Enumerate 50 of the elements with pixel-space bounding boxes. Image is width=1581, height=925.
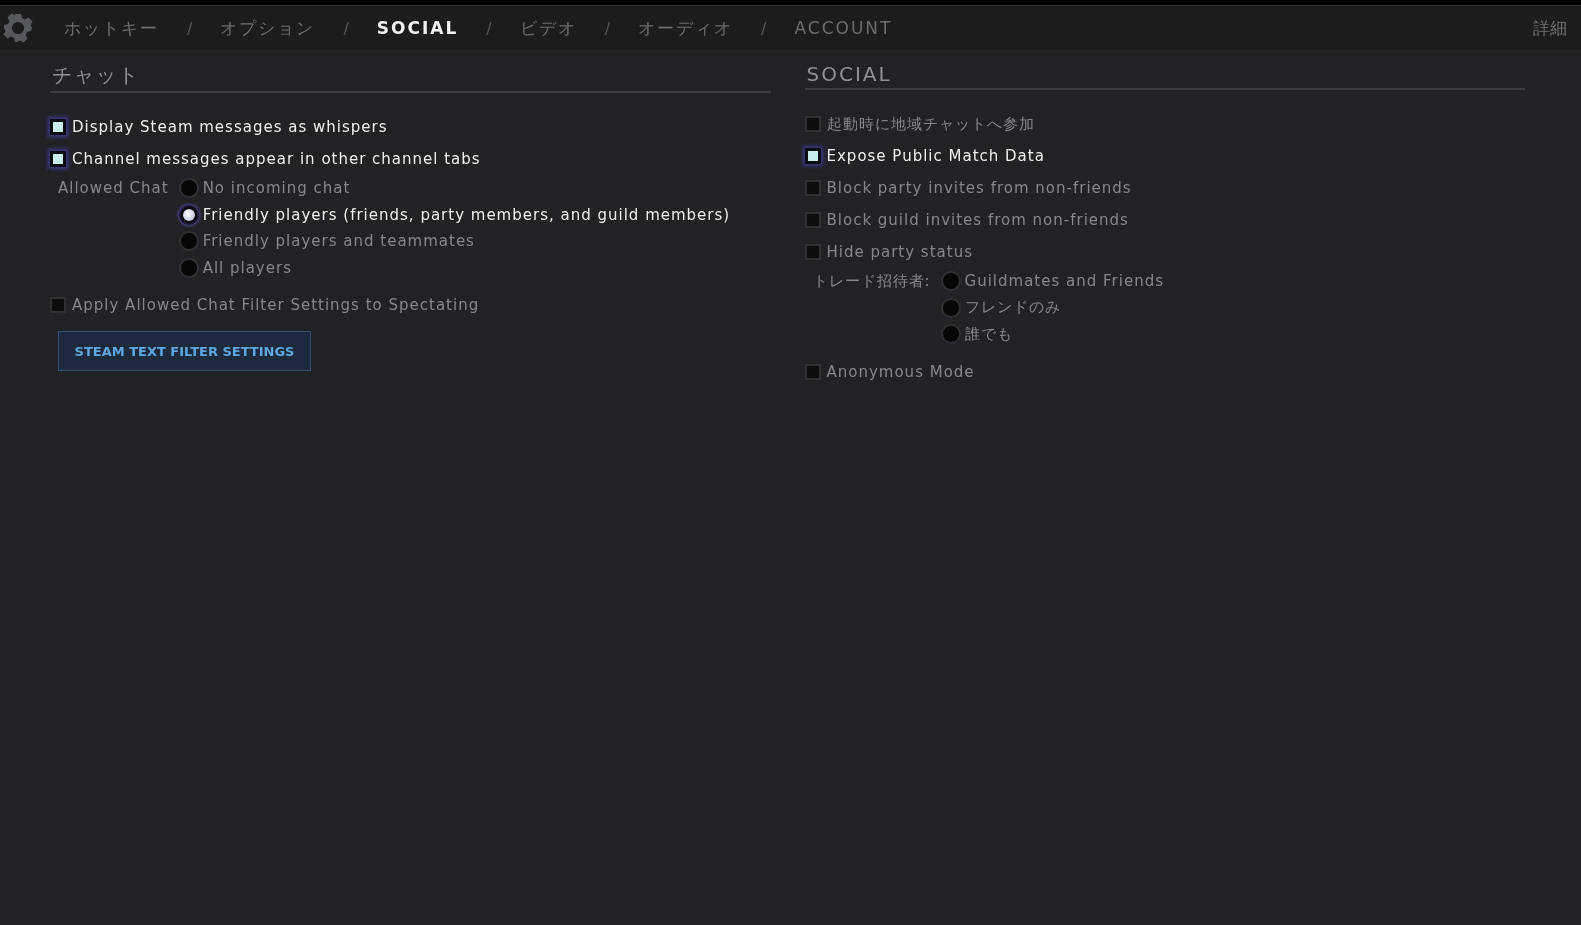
checkbox[interactable]	[50, 151, 66, 167]
checkbox[interactable]	[804, 116, 821, 132]
nav-tab[interactable]: オプション	[220, 16, 316, 40]
checkbox[interactable]	[804, 212, 821, 228]
radio-label: All players	[202, 258, 292, 277]
nav-separator: /	[187, 18, 193, 38]
radio-button[interactable]	[940, 271, 961, 292]
section-title: SOCIAL	[805, 62, 893, 88]
checkbox-label: Apply Allowed Chat Filter Settings to Spectating	[72, 296, 480, 314]
nav-tab[interactable]: SOCIAL	[376, 18, 459, 38]
checkbox[interactable]	[804, 148, 821, 164]
radio-button[interactable]	[940, 324, 961, 345]
checkbox[interactable]	[804, 244, 821, 260]
section-title: チャット	[51, 62, 141, 89]
nav-separator: /	[343, 18, 349, 38]
radio-label: フレンドのみ	[964, 298, 1061, 318]
radio-label: Friendly players and teammates	[202, 232, 475, 251]
checkbox[interactable]	[804, 180, 821, 196]
radio-button[interactable]	[178, 204, 199, 225]
nav-tab[interactable]: ビデオ	[519, 16, 577, 40]
nav-separator: /	[761, 18, 767, 38]
nav-tab[interactable]: ホットキー	[64, 16, 159, 40]
checkbox[interactable]	[50, 297, 66, 313]
radio-label: No incoming chat	[202, 179, 351, 198]
checkbox[interactable]	[50, 119, 66, 135]
radio-button[interactable]	[178, 257, 199, 278]
nav-separator: /	[486, 18, 492, 38]
checkbox-label: Anonymous Mode	[826, 362, 975, 381]
nav-tab[interactable]: オーディオ	[638, 16, 734, 40]
radio-label: Friendly players (friends, party members, and guild members)	[202, 205, 731, 224]
gear-icon[interactable]	[2, 12, 34, 44]
radio-button[interactable]	[178, 231, 199, 252]
checkbox[interactable]	[804, 363, 821, 380]
checkbox-label: Display Steam messages as whispers	[72, 118, 388, 136]
checkbox-label: Block party invites from non-friends	[826, 179, 1132, 197]
nav-tab[interactable]: ACCOUNT	[794, 18, 893, 38]
details-link[interactable]: 詳細	[1533, 16, 1567, 40]
radio-label: 誰でも	[964, 324, 1013, 344]
checkbox-label: Expose Public Match Data	[826, 147, 1045, 165]
radio-group-label: Allowed Chat	[58, 178, 169, 199]
checkbox-label: Hide party status	[826, 243, 973, 261]
filter-settings-button[interactable]: STEAM TEXT FILTER SETTINGS	[58, 331, 311, 371]
nav-separator: /	[604, 18, 611, 38]
radio-group-label: トレード招待者:	[812, 271, 931, 292]
checkbox-label: 起動時に地域チャットへ参加	[826, 114, 1035, 134]
radio-label: Guildmates and Friends	[964, 272, 1164, 291]
radio-button[interactable]	[940, 297, 961, 318]
radio-button[interactable]	[178, 178, 199, 199]
checkbox-label: Block guild invites from non-friends	[826, 211, 1129, 229]
checkbox-label: Channel messages appear in other channel tabs	[72, 150, 481, 168]
